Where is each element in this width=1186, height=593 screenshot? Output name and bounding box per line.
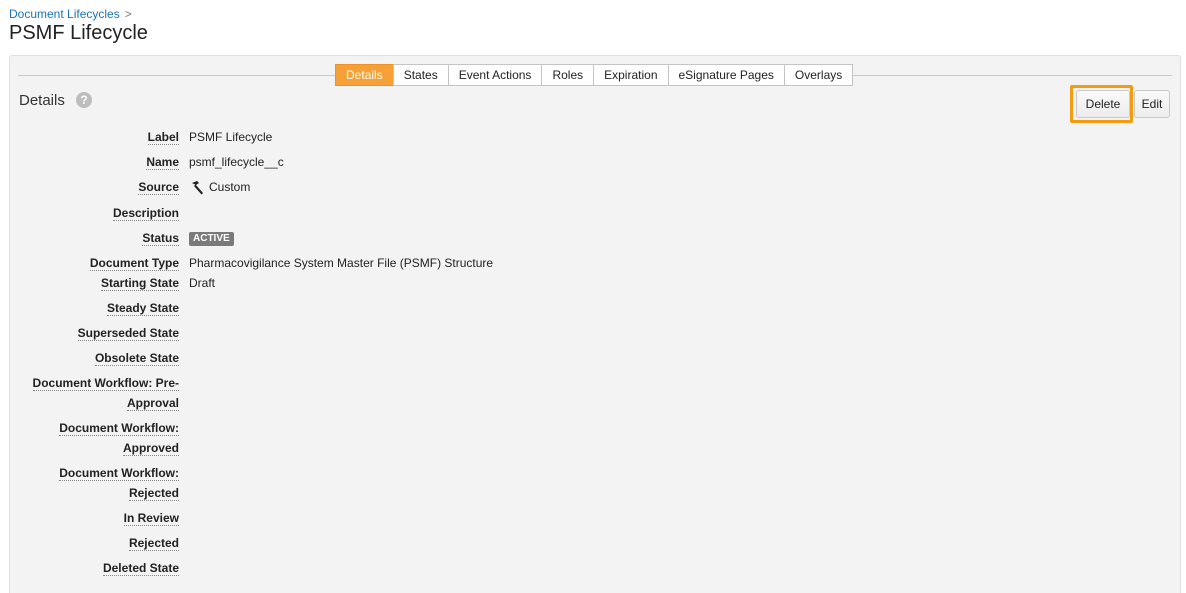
field-label: Document Type [89,256,179,271]
section-title: Details [19,92,65,109]
field-label: In Review [123,511,179,526]
help-icon[interactable]: ? [76,92,92,108]
details-panel: Details States Event Actions Roles Expir… [9,55,1181,593]
field-label: Deleted State [102,561,179,576]
edit-button[interactable]: Edit [1134,90,1170,118]
tab-event-actions[interactable]: Event Actions [447,64,543,86]
field-value-source: Custom [189,177,250,197]
field-label: Starting State [100,276,179,291]
field-label: Source [138,180,179,195]
hammer-icon [192,180,203,195]
field-label: Label [147,130,179,145]
breadcrumb: Document Lifecycles > [9,7,132,21]
tab-esignature-pages[interactable]: eSignature Pages [667,64,785,86]
field-label: Superseded State [77,326,179,341]
field-value-starting-state: Draft [189,276,216,290]
tab-expiration[interactable]: Expiration [593,64,669,86]
field-label: Description [112,206,179,221]
field-label: Document Workflow: Approved [59,421,179,456]
tab-bar: Details States Event Actions Roles Expir… [335,64,854,86]
tab-details[interactable]: Details [335,64,394,86]
field-value-document-type: Pharmacovigilance System Master File (PS… [189,256,494,270]
field-label: Steady State [106,301,179,316]
field-label: Status [142,231,179,246]
tab-roles[interactable]: Roles [541,64,595,86]
field-value-label: PSMF Lifecycle [189,130,273,144]
field-label: Name [146,155,179,170]
field-value-name: psmf_lifecycle__c [189,155,284,169]
field-label: Document Workflow: Pre- Approval [32,376,179,411]
field-label: Rejected [128,536,179,551]
tab-states[interactable]: States [392,64,449,86]
breadcrumb-separator: > [124,7,132,21]
field-value-status: ACTIVE [189,228,234,248]
field-label: Document Workflow: Rejected [59,466,179,501]
breadcrumb-link-document-lifecycles[interactable]: Document Lifecycles [9,7,120,21]
delete-button[interactable]: Delete [1076,90,1130,118]
source-text: Custom [209,180,251,194]
page-title: PSMF Lifecycle [9,22,148,44]
tab-overlays[interactable]: Overlays [783,64,854,86]
status-badge: ACTIVE [189,231,234,246]
field-label: Obsolete State [94,351,179,366]
